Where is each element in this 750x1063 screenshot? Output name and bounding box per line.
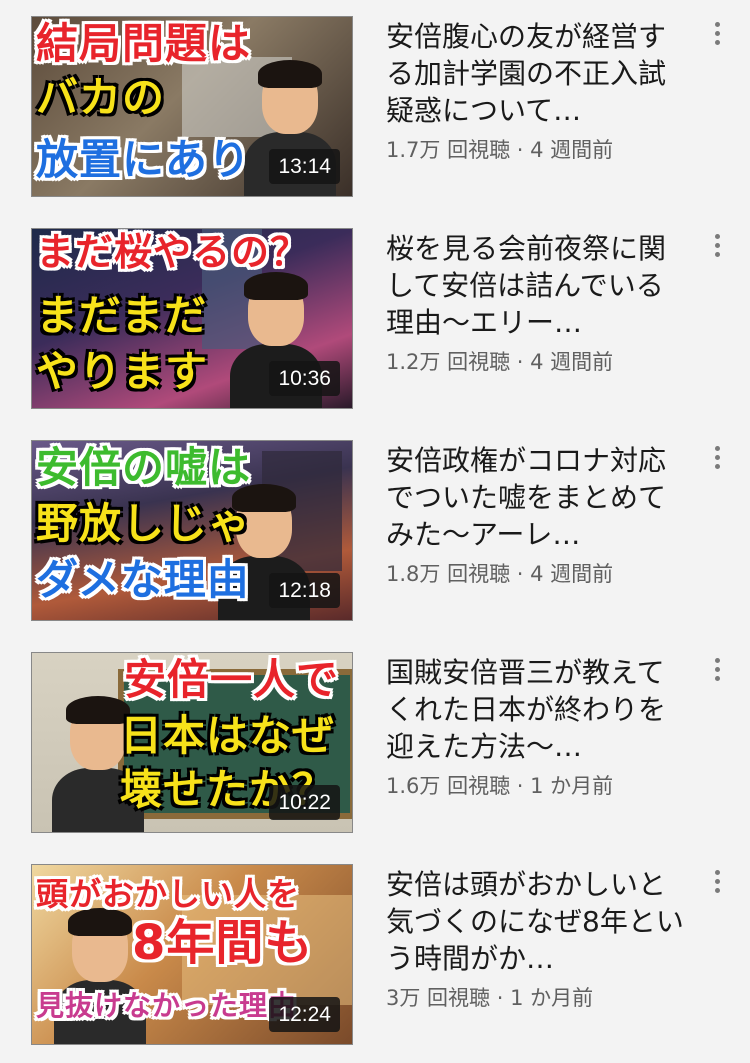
thumbnail-caption-line-1: 結局問題は (36, 19, 252, 68)
thumbnail-caption-line-2: 日本はなぜ (120, 711, 336, 760)
thumbnail-caption-line-1: 安倍一人で (124, 655, 340, 704)
video-title[interactable]: 安倍政権がコロナ対応でついた嘘をまとめてみた〜アーレ… (386, 442, 686, 553)
video-title[interactable]: 安倍は頭がおかしいと気づくのになぜ8年という時間がか… (386, 866, 686, 977)
video-item[interactable]: まだ桜やるの？ まだまだ やります 10:36 桜を見る会前夜祭に関して安倍は詰… (0, 212, 750, 424)
view-count: 1.2万 回視聴 (386, 350, 511, 374)
video-item[interactable]: 安倍の嘘は 野放しじゃ ダメな理由 12:18 安倍政権がコロナ対応でついた嘘を… (0, 424, 750, 636)
more-vert-icon[interactable] (708, 22, 726, 52)
meta-separator: · (510, 774, 531, 798)
thumbnail-caption-line-3: ダメな理由 (36, 555, 250, 604)
video-thumbnail[interactable]: 頭がおかしい人を 8年間も 見抜けなかった理由 12:24 (31, 864, 353, 1045)
thumbnail-caption-line-3: 見抜けなかった理由 (36, 989, 298, 1022)
video-thumbnail[interactable]: 安倍一人で 日本はなぜ 壊せたか？ 10:22 (31, 652, 353, 833)
duration-badge: 10:22 (269, 785, 340, 820)
video-thumbnail[interactable]: 結局問題は バカの 放置にあり 13:14 (31, 16, 353, 197)
video-item[interactable]: 結局問題は バカの 放置にあり 13:14 安倍腹心の友が経営する加計学園の不正… (0, 0, 750, 212)
view-count: 1.7万 回視聴 (386, 138, 511, 162)
upload-age: 1 か月前 (510, 986, 594, 1010)
upload-age: 4 週間前 (530, 350, 614, 374)
video-title[interactable]: 国賊安倍晋三が教えてくれた日本が終わりを迎えた方法〜… (386, 654, 686, 765)
thumbnail-caption-line-2: 野放しじゃ (36, 499, 252, 548)
thumbnail-caption-line-1: 安倍の嘘は (36, 443, 252, 492)
video-meta: 1.7万 回視聴 · 4 週間前 (386, 134, 613, 164)
more-vert-icon[interactable] (708, 234, 726, 264)
upload-age: 1 か月前 (530, 774, 614, 798)
thumbnail-caption-line-1: 頭がおかしい人を (36, 875, 301, 913)
view-count: 1.8万 回視聴 (386, 562, 511, 586)
meta-separator: · (510, 138, 531, 162)
video-item[interactable]: 頭がおかしい人を 8年間も 見抜けなかった理由 12:24 安倍は頭がおかしいと… (0, 848, 750, 1060)
duration-badge: 13:14 (269, 149, 340, 184)
meta-separator: · (510, 350, 531, 374)
duration-badge: 12:24 (269, 997, 340, 1032)
meta-separator: · (510, 562, 531, 586)
video-meta: 1.2万 回視聴 · 4 週間前 (386, 346, 613, 376)
thumbnail-caption-line-3: 放置にあり (36, 135, 252, 184)
more-vert-icon[interactable] (708, 658, 726, 688)
thumbnail-caption-line-2: 8年間も (132, 915, 314, 971)
video-title[interactable]: 桜を見る会前夜祭に関して安倍は詰んでいる理由〜エリー… (386, 230, 686, 341)
video-title[interactable]: 安倍腹心の友が経営する加計学園の不正入試疑惑について… (386, 18, 686, 129)
video-item[interactable]: 安倍一人で 日本はなぜ 壊せたか？ 10:22 国賊安倍晋三が教えてくれた日本が… (0, 636, 750, 848)
video-thumbnail[interactable]: まだ桜やるの？ まだまだ やります 10:36 (31, 228, 353, 409)
upload-age: 4 週間前 (530, 562, 614, 586)
thumbnail-caption-line-2: まだまだ (36, 291, 208, 340)
duration-badge: 10:36 (269, 361, 340, 396)
video-meta: 1.6万 回視聴 · 1 か月前 (386, 770, 613, 800)
video-meta: 3万 回視聴 · 1 か月前 (386, 982, 593, 1012)
view-count: 1.6万 回視聴 (386, 774, 511, 798)
upload-age: 4 週間前 (530, 138, 614, 162)
thumbnail-caption-line-3: やります (36, 347, 209, 396)
thumbnail-caption-line-1: まだ桜やるの？ (36, 230, 310, 274)
more-vert-icon[interactable] (708, 446, 726, 476)
video-meta: 1.8万 回視聴 · 4 週間前 (386, 558, 613, 588)
view-count: 3万 回視聴 (386, 986, 491, 1010)
meta-separator: · (490, 986, 511, 1010)
duration-badge: 12:18 (269, 573, 340, 608)
more-vert-icon[interactable] (708, 870, 726, 900)
video-thumbnail[interactable]: 安倍の嘘は 野放しじゃ ダメな理由 12:18 (31, 440, 353, 621)
thumbnail-caption-line-2: バカの (36, 73, 166, 122)
